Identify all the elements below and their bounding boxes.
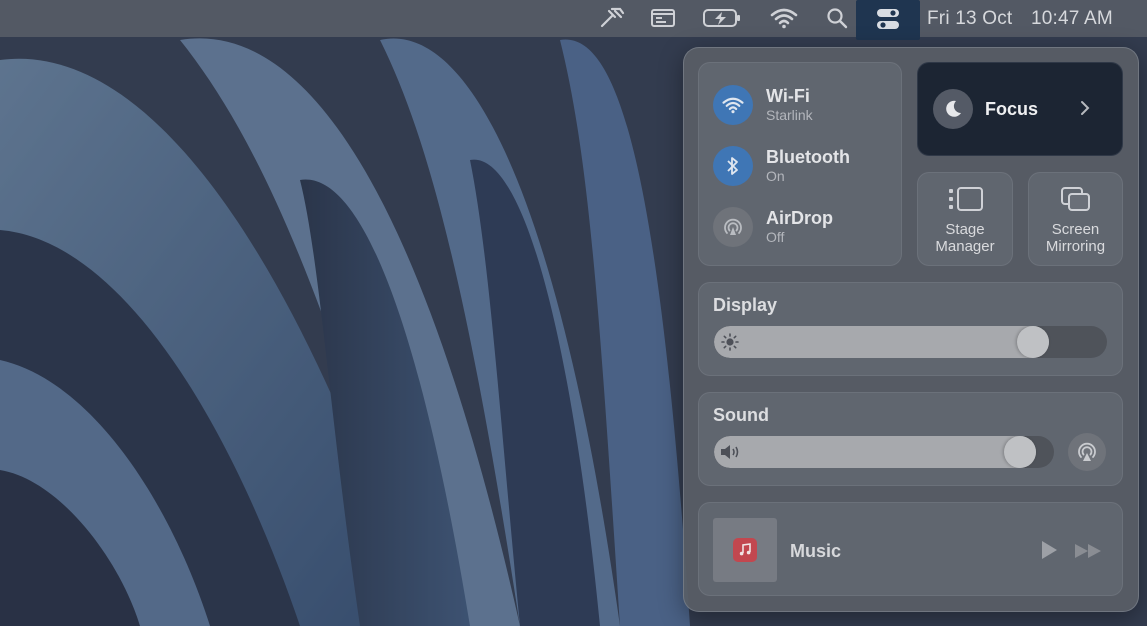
volume-slider[interactable] (714, 436, 1054, 468)
wifi-icon (722, 97, 744, 114)
play-icon (1042, 541, 1057, 559)
focus-tile[interactable]: Focus (917, 62, 1123, 156)
menubar-date[interactable]: Fri 13 Oct (927, 8, 1012, 30)
bluetooth-title: Bluetooth (766, 147, 850, 167)
airdrop-icon (724, 218, 742, 235)
search-icon[interactable] (826, 6, 848, 30)
screen-mirroring-label-1: Screen (1051, 221, 1100, 238)
airplay-audio-icon (1078, 442, 1096, 461)
wifi-toggle[interactable]: Wi-Fi Starlink (713, 83, 813, 127)
airdrop-subtitle: Off (766, 229, 785, 245)
menubar-time[interactable]: 10:47 AM (1031, 8, 1113, 30)
menu-bar: Fri 13 Oct 10:47 AM (0, 0, 1147, 40)
tools-icon[interactable] (598, 6, 626, 30)
brightness-slider[interactable] (714, 326, 1107, 358)
wifi-icon[interactable] (770, 6, 798, 30)
airdrop-circle (713, 207, 753, 247)
sound-title: Sound (713, 405, 769, 425)
music-app-icon (733, 538, 757, 562)
wifi-circle (713, 85, 753, 125)
control-center-button[interactable] (856, 0, 920, 40)
brightness-slider-fill (714, 326, 1050, 358)
control-center-icon (876, 7, 900, 31)
brightness-slider-knob[interactable] (1017, 326, 1050, 358)
airplay-audio-button[interactable] (1068, 433, 1106, 471)
fast-forward-button[interactable] (1074, 542, 1104, 565)
airdrop-toggle[interactable]: AirDrop Off (713, 205, 833, 249)
music-label: Music (790, 541, 842, 561)
stage-manager-icon (948, 186, 984, 217)
battery-charging-icon[interactable] (703, 6, 741, 30)
music-tile: Music (698, 502, 1123, 596)
sun-icon (721, 333, 739, 356)
connectivity-tile: Wi-Fi Starlink Bluetooth On AirDrop Off (698, 62, 902, 266)
screen-mirroring-label-2: Mirroring (1045, 238, 1106, 255)
display-tile: Display (698, 282, 1123, 376)
play-button[interactable] (1039, 540, 1059, 565)
screen-mirroring-icon (1060, 186, 1092, 217)
stage-manager-tile[interactable]: Stage Manager (917, 172, 1013, 266)
display-title: Display (713, 295, 778, 315)
stage-manager-label-1: Stage (945, 221, 985, 238)
speaker-icon (719, 443, 743, 466)
sound-tile: Sound (698, 392, 1123, 486)
focus-label: Focus (985, 99, 1039, 119)
window-icon[interactable] (650, 6, 676, 30)
volume-slider-knob[interactable] (1003, 436, 1036, 468)
airdrop-title: AirDrop (766, 208, 833, 228)
focus-circle (933, 89, 973, 129)
chevron-right-icon (1078, 97, 1092, 124)
volume-slider-fill (714, 436, 1036, 468)
stage-manager-label-2: Manager (935, 238, 995, 255)
bluetooth-toggle[interactable]: Bluetooth On (713, 144, 850, 188)
bluetooth-subtitle: On (766, 168, 785, 184)
fast-forward-icon (1075, 544, 1101, 558)
wifi-title: Wi-Fi (766, 86, 810, 106)
bluetooth-icon (727, 157, 738, 175)
music-artwork[interactable] (713, 518, 777, 582)
screen-mirroring-tile[interactable]: Screen Mirroring (1028, 172, 1123, 266)
wifi-subtitle: Starlink (766, 107, 813, 123)
bluetooth-circle (713, 146, 753, 186)
moon-icon (946, 100, 961, 117)
